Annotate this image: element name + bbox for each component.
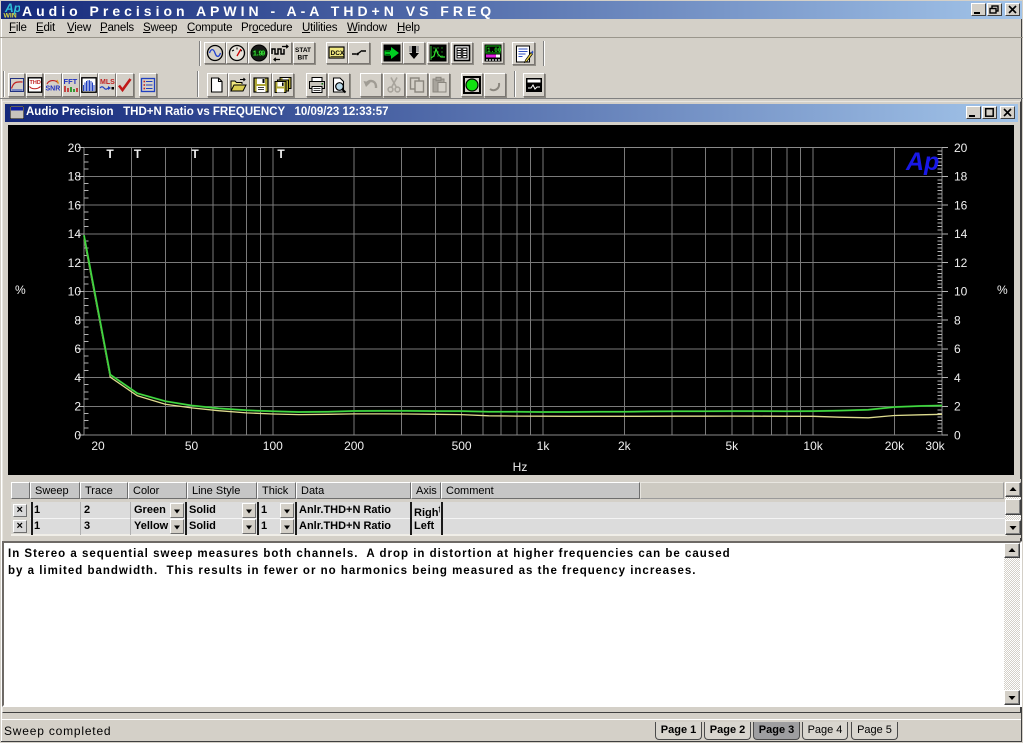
svg-text:SNR: SNR <box>45 86 60 93</box>
svg-text:1k: 1k <box>537 439 551 453</box>
svg-text:14: 14 <box>954 227 968 241</box>
svg-text:%: % <box>15 283 26 297</box>
svg-text:18: 18 <box>68 170 82 184</box>
svg-text:0: 0 <box>74 429 81 443</box>
svg-text:T: T <box>191 147 199 161</box>
svg-text:T: T <box>106 147 114 161</box>
svg-text:18: 18 <box>954 170 968 184</box>
svg-text:14: 14 <box>68 227 82 241</box>
svg-text:20: 20 <box>91 439 105 453</box>
svg-text:16: 16 <box>68 199 82 213</box>
svg-text:8: 8 <box>954 314 961 328</box>
svg-text:Hz: Hz <box>513 460 528 474</box>
svg-text:MLS: MLS <box>100 79 115 86</box>
svg-text:1.99: 1.99 <box>253 51 265 59</box>
svg-text:BIT: BIT <box>298 55 309 62</box>
svg-text:%: % <box>997 283 1008 297</box>
svg-text:12: 12 <box>954 256 968 270</box>
svg-text:16: 16 <box>954 199 968 213</box>
svg-text:200: 200 <box>344 439 364 453</box>
svg-text:6: 6 <box>74 342 81 356</box>
svg-text:500: 500 <box>452 439 472 453</box>
svg-text:20k: 20k <box>885 439 905 453</box>
svg-text:2: 2 <box>74 400 81 414</box>
svg-text:20: 20 <box>68 141 82 155</box>
svg-text:10: 10 <box>954 285 968 299</box>
svg-text:4: 4 <box>74 371 81 385</box>
svg-text:20: 20 <box>954 141 968 155</box>
svg-text:DCX: DCX <box>331 50 345 57</box>
svg-text:2: 2 <box>954 400 961 414</box>
svg-text:1.00: 1.00 <box>487 47 502 54</box>
svg-text:8: 8 <box>74 314 81 328</box>
svg-text:0: 0 <box>954 429 961 443</box>
svg-text:T: T <box>134 147 142 161</box>
svg-text:4: 4 <box>954 371 961 385</box>
svg-text:5k: 5k <box>725 439 739 453</box>
svg-text:100: 100 <box>263 439 283 453</box>
svg-text:12: 12 <box>68 256 82 270</box>
svg-text:6: 6 <box>954 342 961 356</box>
svg-text:10k: 10k <box>803 439 823 453</box>
svg-text:T: T <box>277 147 285 161</box>
svg-text:Ap: Ap <box>905 148 939 176</box>
svg-text:WIN: WIN <box>4 13 17 19</box>
svg-text:FFT: FFT <box>63 77 77 86</box>
svg-text:STAT: STAT <box>295 47 311 54</box>
svg-text:2k: 2k <box>618 439 632 453</box>
svg-text:10: 10 <box>68 285 82 299</box>
svg-text:30k: 30k <box>925 439 945 453</box>
svg-text:50: 50 <box>185 439 199 453</box>
svg-text:THD: THD <box>29 80 40 86</box>
